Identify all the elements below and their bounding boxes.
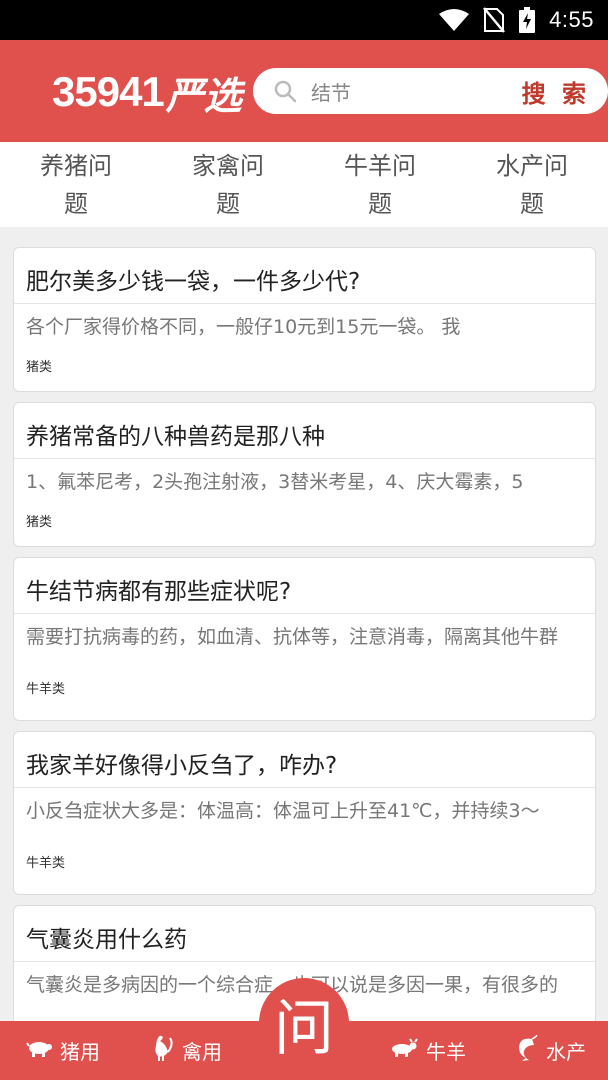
question-card[interactable]: 养猪常备的八种兽药是那八种 1、氟苯尼考，2头孢注射液，3替米考星，4、庆大霉素… [13, 402, 596, 547]
tab-cattle-sheep-questions[interactable]: 牛羊问题 [304, 142, 456, 227]
tab-poultry-questions[interactable]: 家禽问题 [152, 142, 304, 227]
question-card[interactable]: 牛结节病都有那些症状呢? 需要打抗病毒的药，如血清、抗体等，注意消毒，隔离其他牛… [13, 557, 596, 721]
rooster-icon [150, 1034, 174, 1067]
question-list: 肥尔美多少钱一袋，一件多少代? 各个厂家得价格不同，一般仔10元到15元一袋。 … [13, 247, 596, 1079]
tab-pig-questions[interactable]: 养猪问题 [0, 142, 152, 227]
nav-cattle-label: 牛羊 [426, 1040, 466, 1064]
question-answer: 各个厂家得价格不同，一般仔10元到15元一袋。 我 [26, 316, 461, 338]
pig-icon [26, 1038, 52, 1063]
nav-poultry-label: 禽用 [182, 1040, 222, 1064]
nav-cattle[interactable]: 牛羊 [390, 1021, 466, 1080]
app-header: 35941 严选 搜 索 [0, 40, 608, 142]
question-tag: 牛羊类 [26, 856, 66, 871]
status-bar: 4:55 [0, 0, 608, 40]
question-title: 牛结节病都有那些症状呢? [14, 558, 595, 614]
search-box[interactable]: 搜 索 [253, 68, 608, 114]
tab-label: 水产问题 [496, 151, 568, 218]
app-logo: 35941 严选 [52, 62, 242, 122]
question-tag: 牛羊类 [26, 682, 66, 697]
question-title: 气囊炎用什么药 [14, 906, 595, 962]
question-answer: 需要打抗病毒的药，如血清、抗体等，注意消毒，隔离其他牛群 [26, 626, 559, 648]
battery-charging-icon [519, 7, 536, 33]
question-answer: 小反刍症状大多是：体温高：体温可上升至41℃，并持续3～ [26, 800, 540, 822]
wifi-icon [439, 8, 470, 32]
question-title: 养猪常备的八种兽药是那八种 [14, 403, 595, 459]
question-card[interactable]: 肥尔美多少钱一袋，一件多少代? 各个厂家得价格不同，一般仔10元到15元一袋。 … [13, 247, 596, 392]
nav-aquatic-label: 水产 [546, 1040, 586, 1064]
question-title: 我家羊好像得小反刍了，咋办? [14, 732, 595, 788]
search-button[interactable]: 搜 索 [522, 74, 590, 108]
nav-poultry[interactable]: 禽用 [150, 1021, 222, 1080]
no-sim-icon [483, 7, 506, 33]
nav-pig[interactable]: 猪用 [26, 1021, 100, 1080]
logo-number: 35941 [52, 68, 165, 115]
question-tag: 猪类 [26, 515, 53, 530]
question-tag: 猪类 [26, 360, 53, 375]
nav-pig-label: 猪用 [60, 1040, 100, 1064]
tab-label: 牛羊问题 [344, 151, 416, 218]
ask-question-button[interactable]: 问 [259, 978, 349, 1068]
search-input[interactable] [311, 76, 511, 106]
nav-aquatic[interactable]: 水产 [514, 1021, 586, 1080]
category-tabs: 养猪问题 家禽问题 牛羊问题 水产问题 [0, 142, 608, 227]
tab-aquatic-questions[interactable]: 水产问题 [456, 142, 608, 227]
question-answer: 1、氟苯尼考，2头孢注射液，3替米考星，4、庆大霉素，5 [26, 471, 524, 493]
question-title: 肥尔美多少钱一袋，一件多少代? [14, 248, 595, 304]
status-time: 4:55 [549, 7, 594, 32]
tab-label: 家禽问题 [192, 151, 264, 218]
bull-icon [390, 1038, 418, 1063]
question-card[interactable]: 我家羊好像得小反刍了，咋办? 小反刍症状大多是：体温高：体温可上升至41℃，并持… [13, 731, 596, 895]
logo-text: 严选 [165, 73, 242, 118]
tab-label: 养猪问题 [40, 151, 112, 218]
shrimp-icon [514, 1034, 538, 1066]
search-icon [273, 79, 297, 107]
